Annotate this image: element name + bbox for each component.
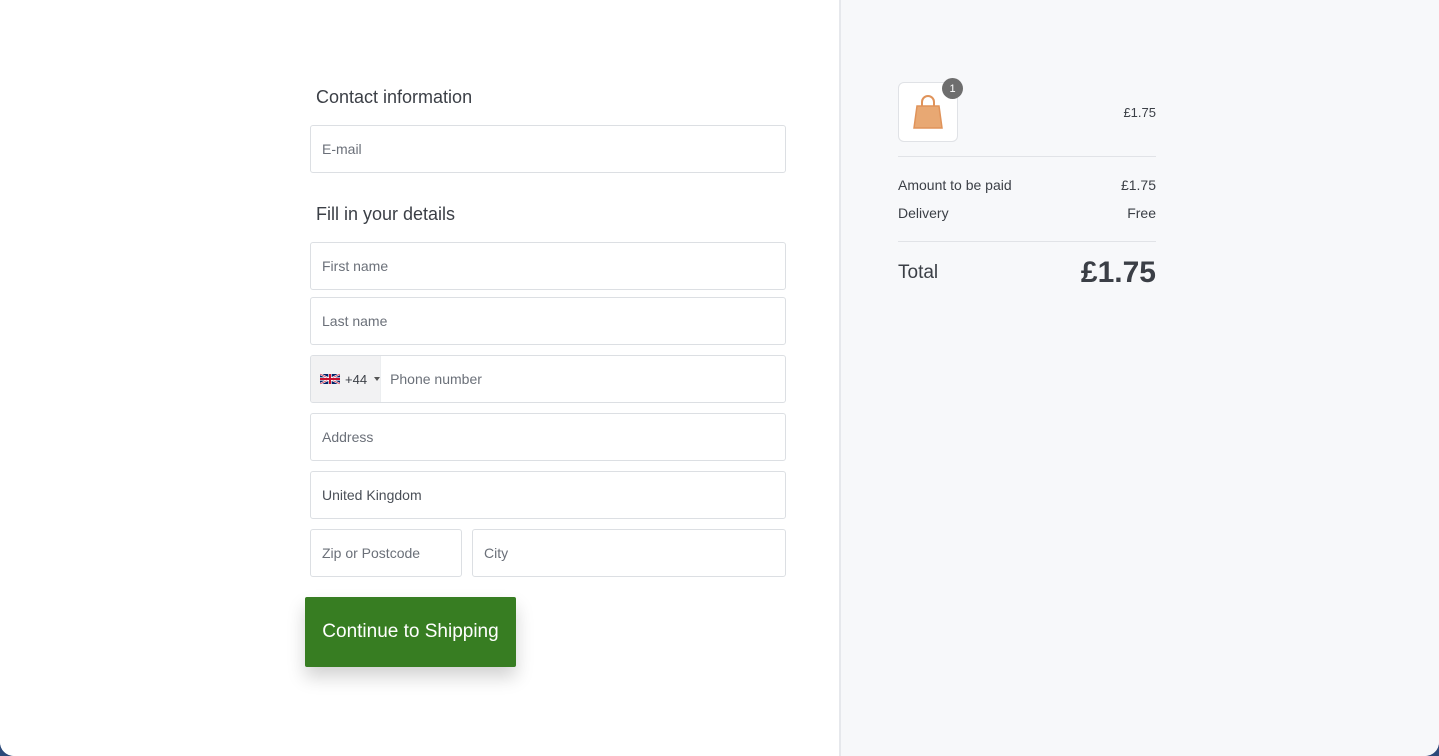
continue-to-shipping-button[interactable]: Continue to Shipping xyxy=(305,597,516,667)
summary-divider xyxy=(898,241,1156,242)
phone-input[interactable] xyxy=(381,371,785,387)
total-row: Total £1.75 xyxy=(898,256,1156,290)
amount-value: £1.75 xyxy=(1120,177,1156,193)
checkout-page: Contact information Fill in your details xyxy=(0,0,1439,756)
zip-field[interactable] xyxy=(310,529,462,577)
zip-city-row xyxy=(310,529,786,577)
zip-input[interactable] xyxy=(322,545,450,561)
email-field[interactable] xyxy=(310,125,786,173)
checkout-form-panel: Contact information Fill in your details xyxy=(0,0,839,756)
email-input[interactable] xyxy=(322,141,774,157)
delivery-label: Delivery xyxy=(898,205,949,221)
first-name-field[interactable] xyxy=(310,242,786,290)
country-field[interactable] xyxy=(310,471,786,519)
country-code-select[interactable]: +44 xyxy=(311,356,382,402)
city-input[interactable] xyxy=(484,545,774,561)
delivery-value: Free xyxy=(1127,205,1156,221)
summary-divider xyxy=(898,156,1156,157)
order-summary-panel: 1 £1.75 Amount to be paid £1.75 Delivery… xyxy=(841,0,1439,756)
last-name-input[interactable] xyxy=(322,313,774,329)
cart-item: 1 £1.75 xyxy=(898,78,1156,142)
dial-code: +44 xyxy=(345,371,368,387)
item-thumbnail: 1 xyxy=(898,78,963,142)
delivery-row: Delivery Free xyxy=(898,199,1156,227)
last-name-field[interactable] xyxy=(310,297,786,345)
total-value: £1.75 xyxy=(1080,256,1156,289)
address-field[interactable] xyxy=(310,413,786,461)
first-name-input[interactable] xyxy=(322,258,774,274)
shopping-bag-icon xyxy=(913,95,943,129)
city-field[interactable] xyxy=(472,529,786,577)
amount-label: Amount to be paid xyxy=(898,177,1012,193)
phone-field: +44 xyxy=(310,355,786,403)
address-input[interactable] xyxy=(322,429,774,445)
item-price: £1.75 xyxy=(1123,104,1156,120)
chevron-down-icon xyxy=(374,377,381,381)
details-heading: Fill in your details xyxy=(316,204,456,224)
checkout-form: Contact information Fill in your details xyxy=(310,84,786,577)
order-summary: 1 £1.75 Amount to be paid £1.75 Delivery… xyxy=(898,78,1156,290)
contact-info-heading: Contact information xyxy=(316,87,473,107)
total-label: Total xyxy=(898,262,939,283)
uk-flag-icon xyxy=(320,373,340,385)
amount-row: Amount to be paid £1.75 xyxy=(898,171,1156,199)
quantity-badge: 1 xyxy=(942,78,963,99)
country-input[interactable] xyxy=(322,487,774,503)
